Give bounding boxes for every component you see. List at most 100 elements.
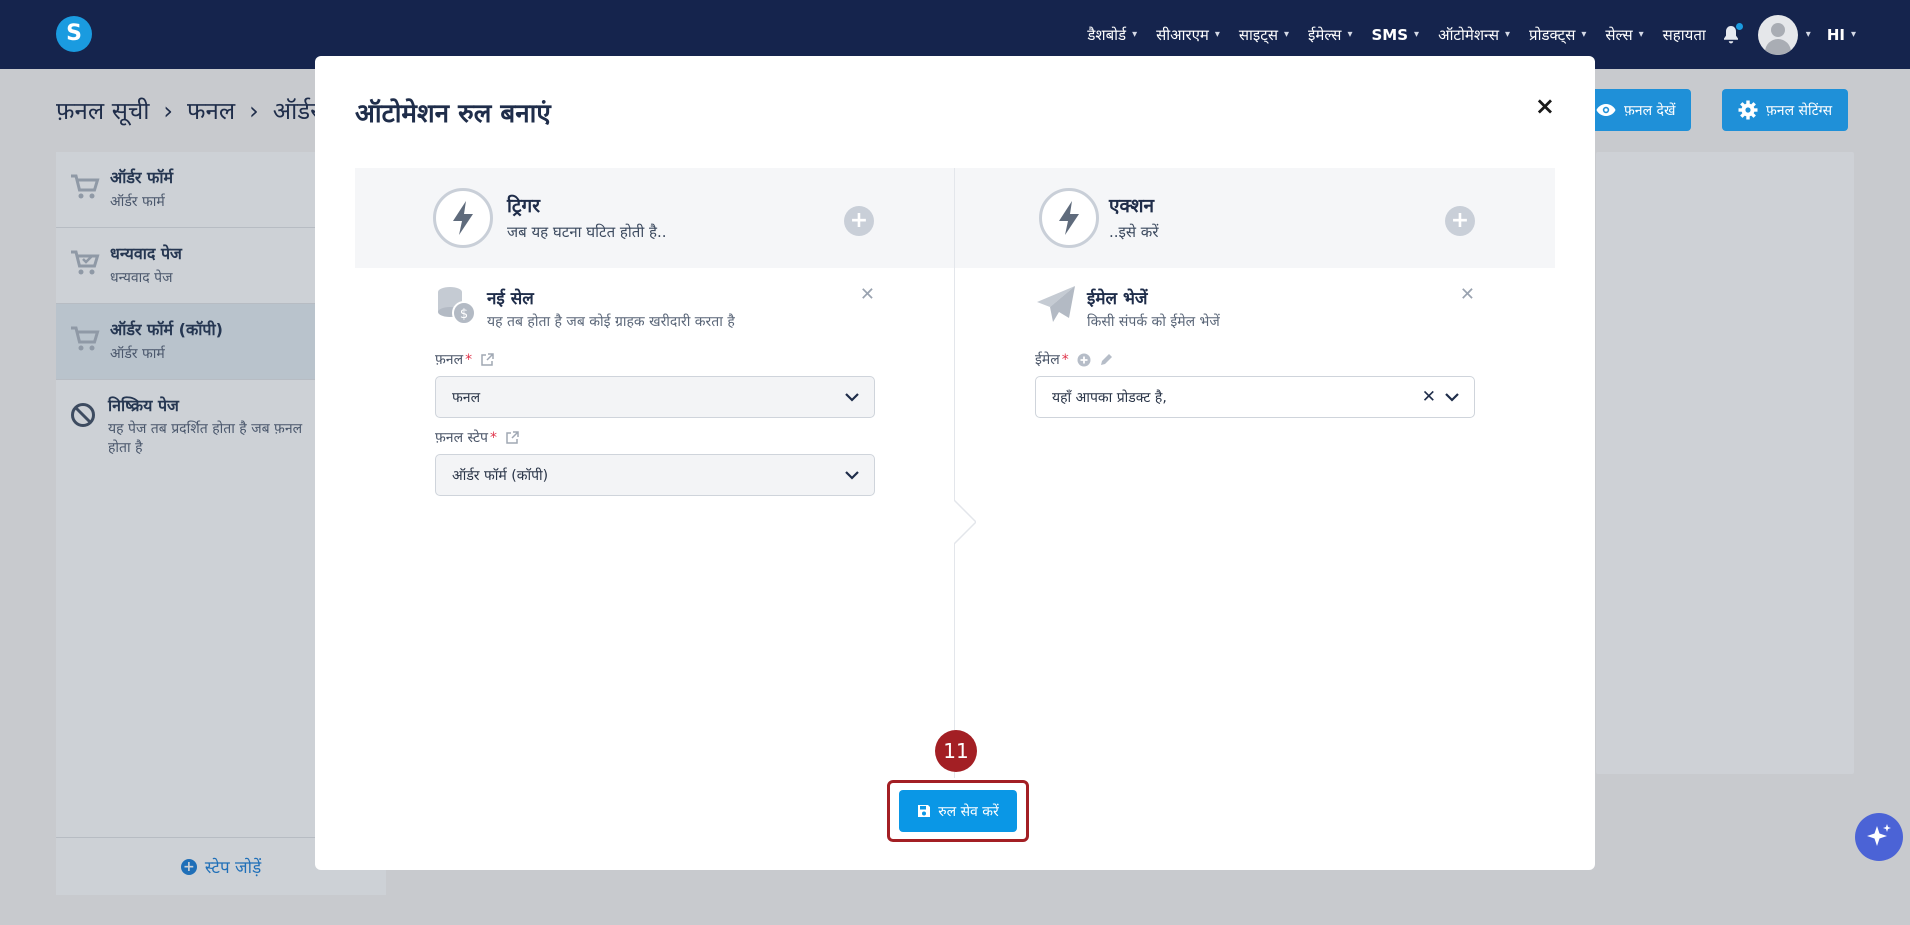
breadcrumb-item-current: ऑर्डर <box>272 97 320 125</box>
select-value: फनल <box>452 389 481 406</box>
remove-trigger-icon[interactable]: ✕ <box>860 284 875 305</box>
chevron-down-icon: ▾ <box>1414 29 1420 40</box>
action-header: एक्शन ..इसे करें + <box>955 168 1555 268</box>
view-funnel-button[interactable]: फ़नल देखें <box>1580 89 1692 131</box>
cart-icon <box>71 174 100 199</box>
step-number-badge: 11 <box>935 730 977 772</box>
plus-circle-icon: + <box>180 858 197 875</box>
email-field-label: ईमेल * <box>1035 350 1113 369</box>
funnel-step-select[interactable]: ऑर्डर फॉर्म (कॉपी) <box>435 454 875 496</box>
external-link-icon[interactable] <box>480 352 494 367</box>
nav-item-label: ईमेल्स <box>1308 25 1342 44</box>
nav-item-help[interactable]: सहायता <box>1663 25 1706 45</box>
chevron-down-icon <box>845 471 859 480</box>
add-action-button[interactable]: + <box>1445 206 1475 236</box>
user-label: HI <box>1826 25 1845 44</box>
breadcrumb: फ़नल सूची › फनल › ऑर्डर <box>56 94 320 127</box>
nav-item-label: सहायता <box>1662 25 1706 44</box>
required-marker: * <box>489 429 497 446</box>
nav-item-automations[interactable]: ऑटोमेशन्स ▾ <box>1438 25 1510 45</box>
nav-item-label: डैशबोर्ड <box>1087 25 1127 44</box>
paper-plane-icon <box>1037 286 1075 322</box>
gear-icon <box>1738 100 1758 120</box>
close-icon[interactable]: × <box>1535 92 1555 120</box>
label-text: फ़नल स्टेप <box>435 430 488 446</box>
lightning-icon <box>433 188 493 248</box>
funnel-select[interactable]: फनल <box>435 376 875 418</box>
chevron-down-icon[interactable]: ▾ <box>1806 29 1811 40</box>
select-value: यहाँ आपका प्रोडक्ट है, <box>1052 389 1167 406</box>
cart-check-icon <box>71 250 100 275</box>
action-subheading: ..इसे करें <box>1109 223 1159 241</box>
avatar[interactable] <box>1757 14 1798 55</box>
nav-item-label: SMS <box>1371 25 1409 44</box>
required-marker: * <box>465 351 473 368</box>
nav-item-dashboard[interactable]: डैशबोर्ड ▾ <box>1087 25 1137 45</box>
external-link-icon[interactable] <box>505 430 519 445</box>
nav-item-label: सेल्स <box>1605 25 1633 44</box>
trigger-card-desc: यह तब होता है जब कोई ग्राहक खरीदारी करता… <box>487 314 735 330</box>
nav-item-emails[interactable]: ईमेल्स ▾ <box>1308 25 1352 45</box>
funnel-settings-button[interactable]: फ़नल सेटिंग्स <box>1722 89 1849 131</box>
ai-assistant-button[interactable] <box>1855 813 1903 861</box>
svg-text:$: $ <box>460 307 468 322</box>
select-value: ऑर्डर फॉर्म (कॉपी) <box>452 467 549 484</box>
column-divider <box>954 168 955 778</box>
action-card-desc: किसी संपर्क को ईमेल भेजें <box>1087 314 1220 330</box>
remove-action-icon[interactable]: ✕ <box>1460 284 1475 305</box>
save-rule-button[interactable]: रुल सेव करें <box>899 790 1017 832</box>
nav-item-label: ऑटोमेशन्स <box>1438 25 1499 44</box>
nav-item-sms[interactable]: SMS ▾ <box>1371 26 1419 44</box>
clear-icon[interactable]: ✕ <box>1422 387 1436 407</box>
app-logo[interactable]: S <box>56 16 92 52</box>
action-heading: एक्शन <box>1109 195 1155 217</box>
chevron-down-icon: ▾ <box>1132 29 1138 40</box>
trigger-subheading: जब यह घटना घटित होती है.. <box>507 223 667 241</box>
chevron-down-icon: ▾ <box>1638 29 1644 40</box>
action-card-title: ईमेल भेजें <box>1087 289 1148 309</box>
nav-item-label: प्रोडक्ट्स <box>1529 25 1576 44</box>
automation-rule-modal: ऑटोमेशन रुल बनाएं × ट्रिगर जब यह घटना घट… <box>315 56 1595 870</box>
funnel-field-label: फ़नल * <box>435 350 494 369</box>
ban-icon <box>71 403 95 427</box>
chevron-down-icon: ▾ <box>1284 29 1290 40</box>
trigger-header: ट्रिगर जब यह घटना घटित होती है.. + <box>355 168 954 268</box>
email-select[interactable]: यहाँ आपका प्रोडक्ट है, ✕ <box>1035 376 1475 418</box>
user-menu[interactable]: HI ▾ <box>1827 26 1856 44</box>
nav-item-crm[interactable]: सीआरएम ▾ <box>1156 25 1220 45</box>
label-text: ईमेल <box>1035 352 1060 368</box>
trigger-card-title: नई सेल <box>487 289 534 309</box>
plus-circle-icon[interactable] <box>1077 353 1091 367</box>
divider-arrow <box>954 500 976 544</box>
notification-dot <box>1735 22 1743 30</box>
funnel-step-field-label: फ़नल स्टेप * <box>435 428 519 447</box>
chevron-down-icon: ▾ <box>1581 29 1587 40</box>
cart-icon <box>71 326 100 351</box>
chevron-right-icon: › <box>163 96 174 125</box>
save-button-highlight: रुल सेव करें <box>887 780 1029 842</box>
modal-title: ऑटोमेशन रुल बनाएं <box>355 99 551 129</box>
eye-icon <box>1596 104 1616 116</box>
add-trigger-button[interactable]: + <box>844 206 874 236</box>
required-marker: * <box>1061 351 1069 368</box>
bell-icon[interactable] <box>1722 22 1743 45</box>
chevron-down-icon: ▾ <box>1347 29 1353 40</box>
nav-item-label: सीआरएम <box>1156 25 1209 44</box>
nav-item-products[interactable]: प्रोडक्ट्स ▾ <box>1529 25 1586 45</box>
sparkle-icon <box>1867 824 1891 846</box>
nav-item-sites[interactable]: साइट्स ▾ <box>1239 25 1289 45</box>
label-text: फ़नल <box>435 352 464 368</box>
coins-dollar-icon: $ <box>438 287 476 325</box>
button-label: फ़नल देखें <box>1624 102 1676 119</box>
funnel-canvas <box>1596 152 1854 774</box>
chevron-down-icon: ▾ <box>1214 29 1220 40</box>
add-step-label: स्टेप जोड़ें <box>204 858 262 878</box>
trigger-heading: ट्रिगर <box>507 195 540 217</box>
pencil-icon[interactable] <box>1099 353 1113 367</box>
nav-item-sales[interactable]: सेल्स ▾ <box>1605 25 1643 45</box>
breadcrumb-item[interactable]: फनल <box>187 94 235 127</box>
chevron-down-icon: ▾ <box>1505 29 1511 40</box>
chevron-right-icon: › <box>249 96 259 125</box>
breadcrumb-item[interactable]: फ़नल सूची <box>56 94 149 127</box>
chevron-down-icon <box>1445 393 1459 402</box>
